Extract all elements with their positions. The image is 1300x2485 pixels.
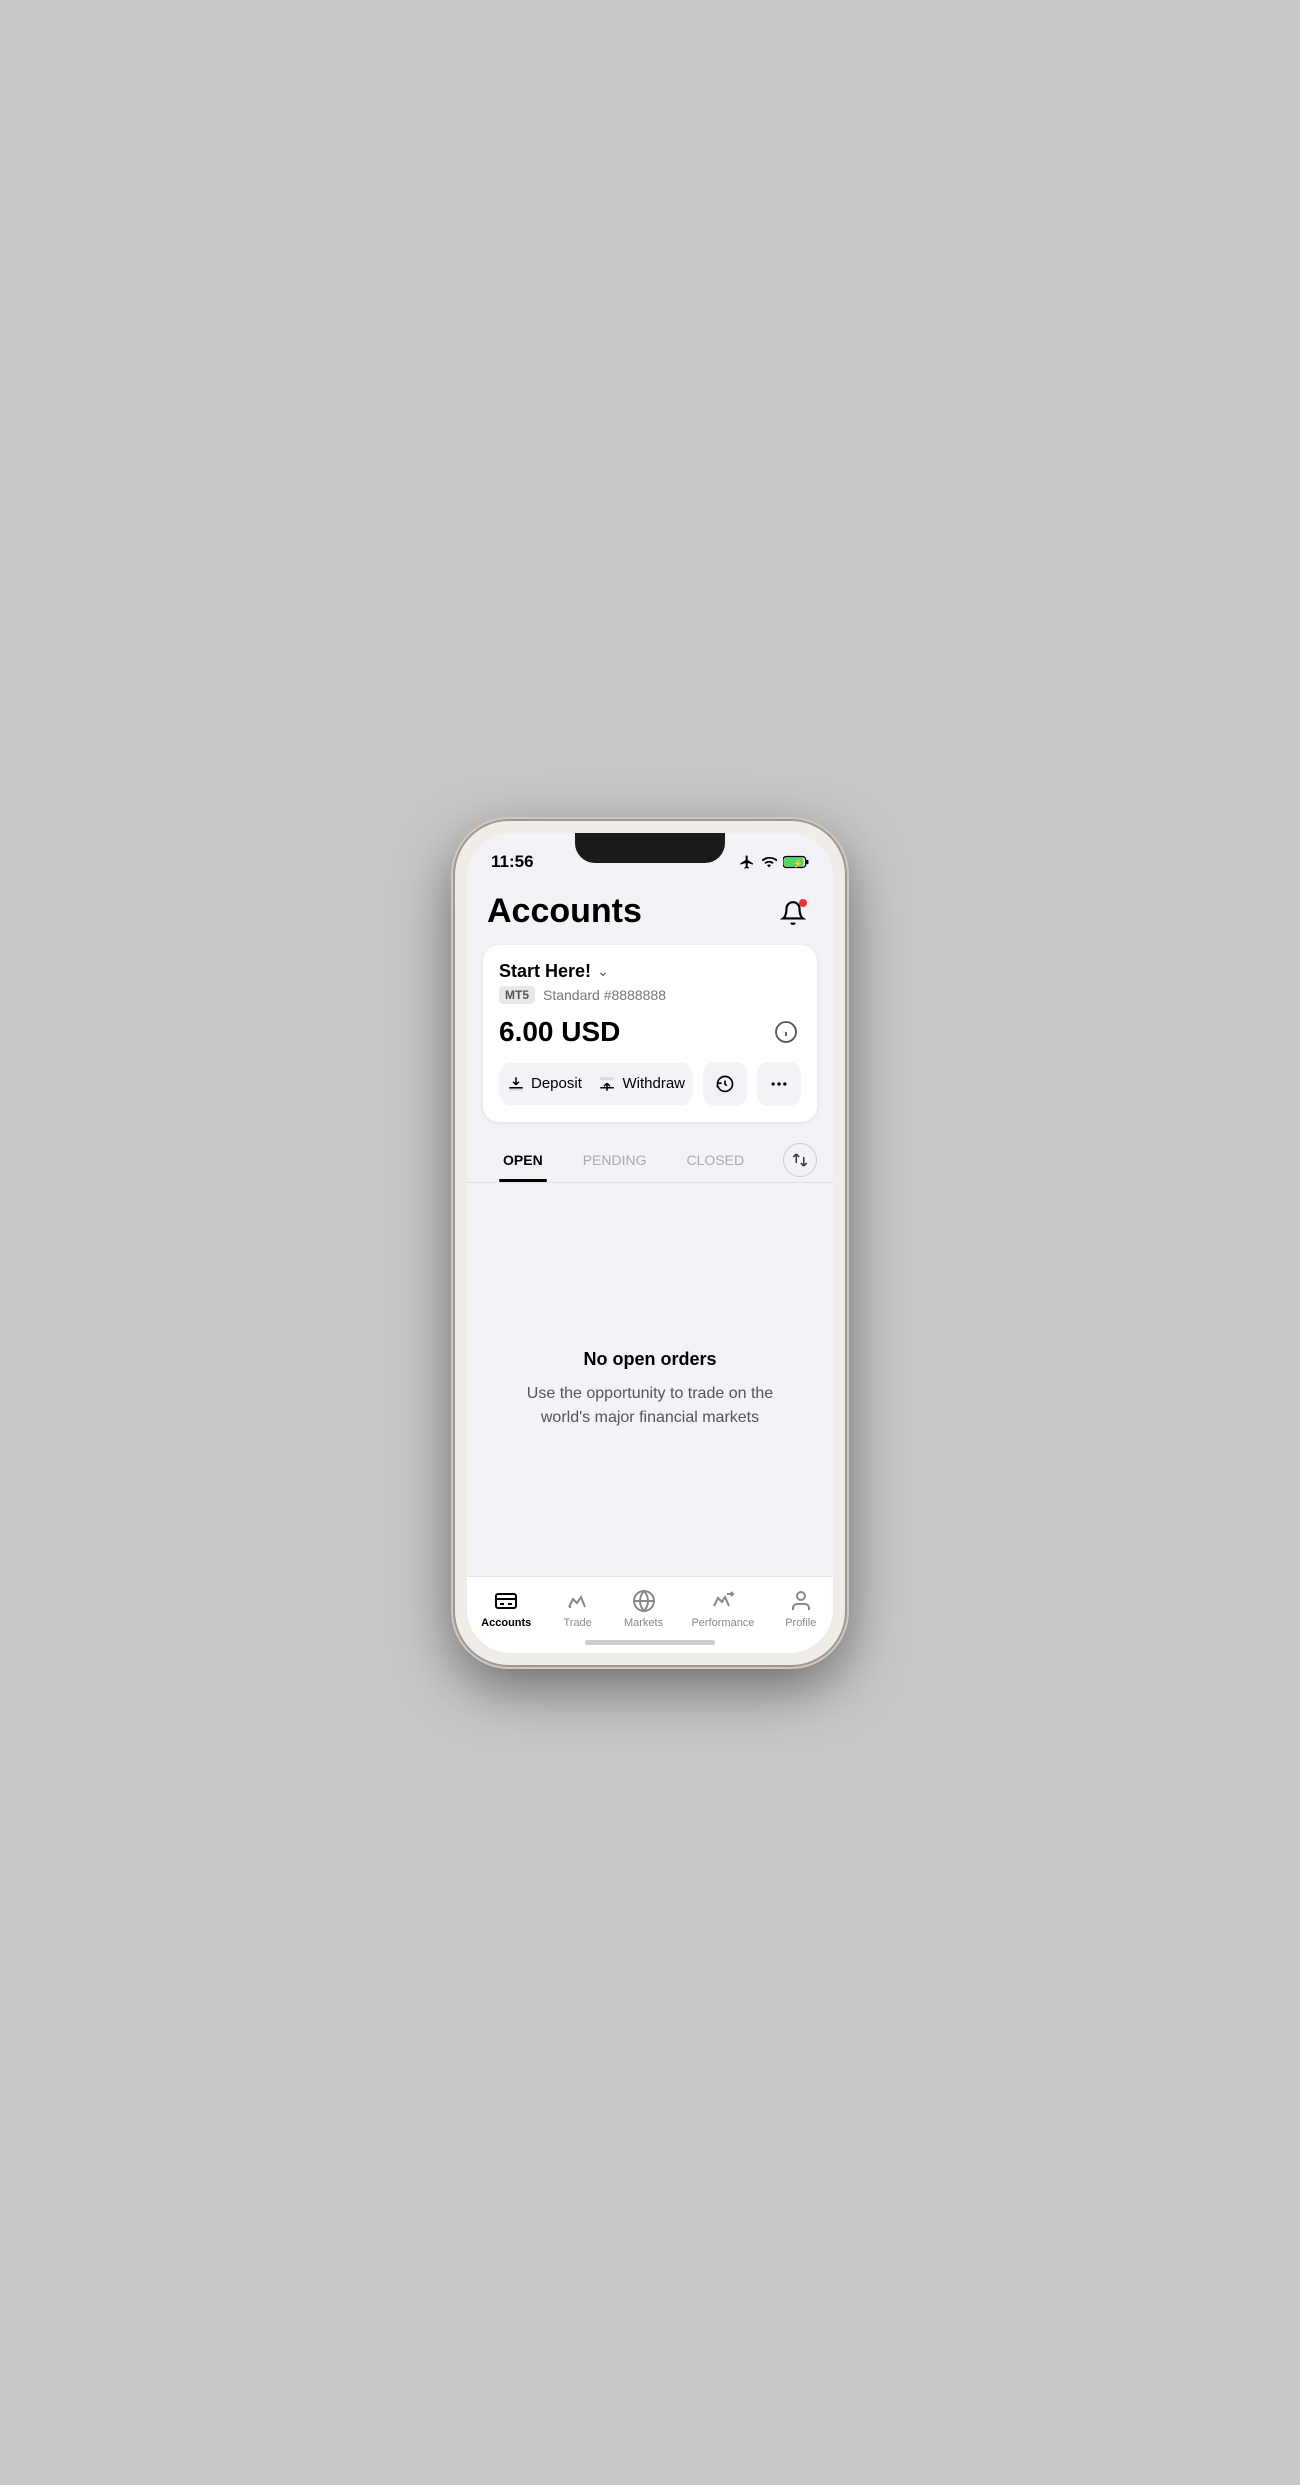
tab-pending[interactable]: PENDING	[563, 1138, 667, 1182]
deposit-label: Deposit	[531, 1075, 582, 1092]
more-icon	[769, 1074, 789, 1094]
chevron-down-icon: ⌄	[597, 963, 609, 980]
notification-dot	[799, 899, 807, 907]
history-button[interactable]	[703, 1062, 747, 1106]
account-card: Start Here! ⌄ MT5 Standard #8888888 6.00…	[483, 945, 817, 1122]
sort-icon	[791, 1151, 809, 1169]
balance-row: 6.00 USD	[499, 1016, 801, 1048]
tab-closed[interactable]: CLOSED	[666, 1138, 764, 1182]
nav-label-markets: Markets	[624, 1617, 663, 1629]
nav-item-accounts[interactable]: Accounts	[469, 1585, 543, 1633]
screen-content: Accounts Start Here! ⌄ MT5 Standar	[467, 885, 833, 1576]
tabs-container: OPEN PENDING CLOSED	[467, 1138, 833, 1183]
nav-label-trade: Trade	[563, 1617, 591, 1629]
info-icon	[774, 1020, 798, 1044]
markets-nav-icon	[632, 1589, 656, 1613]
action-row: Deposit Withdraw	[499, 1062, 801, 1106]
account-meta: MT5 Standard #8888888	[499, 986, 801, 1004]
accounts-nav-icon	[494, 1589, 518, 1613]
withdraw-icon	[598, 1075, 616, 1093]
svg-text:⚡: ⚡	[793, 858, 804, 869]
empty-state: No open orders Use the opportunity to tr…	[467, 1183, 833, 1576]
airplane-icon	[739, 854, 755, 870]
phone-frame: 11:56 ⚡	[455, 821, 845, 1665]
nav-label-accounts: Accounts	[481, 1617, 531, 1629]
nav-label-profile: Profile	[785, 1617, 816, 1629]
wifi-icon	[761, 854, 777, 870]
history-icon	[715, 1074, 735, 1094]
withdraw-label: Withdraw	[622, 1075, 685, 1092]
profile-nav-icon	[789, 1589, 813, 1613]
page-title: Accounts	[487, 893, 642, 930]
nav-item-performance[interactable]: Performance	[679, 1585, 766, 1633]
battery-icon: ⚡	[783, 855, 809, 869]
nav-item-markets[interactable]: Markets	[612, 1585, 675, 1633]
account-selector[interactable]: Start Here! ⌄	[499, 961, 801, 982]
app-header: Accounts	[467, 885, 833, 945]
deposit-icon	[507, 1075, 525, 1093]
home-indicator	[585, 1640, 715, 1645]
notification-button[interactable]	[773, 893, 813, 933]
withdraw-button[interactable]: Withdraw	[590, 1063, 693, 1105]
empty-subtitle: Use the opportunity to trade on the worl…	[507, 1382, 793, 1430]
notch	[575, 833, 725, 863]
phone-screen: 11:56 ⚡	[467, 833, 833, 1653]
more-button[interactable]	[757, 1062, 801, 1106]
account-name: Start Here!	[499, 961, 591, 982]
account-number: Standard #8888888	[543, 987, 666, 1003]
nav-label-performance: Performance	[691, 1617, 754, 1629]
nav-item-profile[interactable]: Profile	[771, 1585, 831, 1633]
performance-nav-icon	[711, 1589, 735, 1613]
tabs-list: OPEN PENDING CLOSED	[483, 1138, 764, 1182]
deposit-button[interactable]: Deposit	[499, 1063, 590, 1105]
action-btn-group: Deposit Withdraw	[499, 1063, 693, 1105]
sort-button[interactable]	[783, 1143, 817, 1177]
nav-item-trade[interactable]: Trade	[548, 1585, 608, 1633]
empty-title: No open orders	[583, 1349, 716, 1370]
trade-nav-icon	[566, 1589, 590, 1613]
balance-amount: 6.00 USD	[499, 1016, 620, 1048]
status-time: 11:56	[491, 852, 534, 872]
tab-open[interactable]: OPEN	[483, 1138, 563, 1182]
status-icons: ⚡	[739, 854, 809, 870]
account-type-badge: MT5	[499, 986, 535, 1004]
info-button[interactable]	[771, 1017, 801, 1047]
